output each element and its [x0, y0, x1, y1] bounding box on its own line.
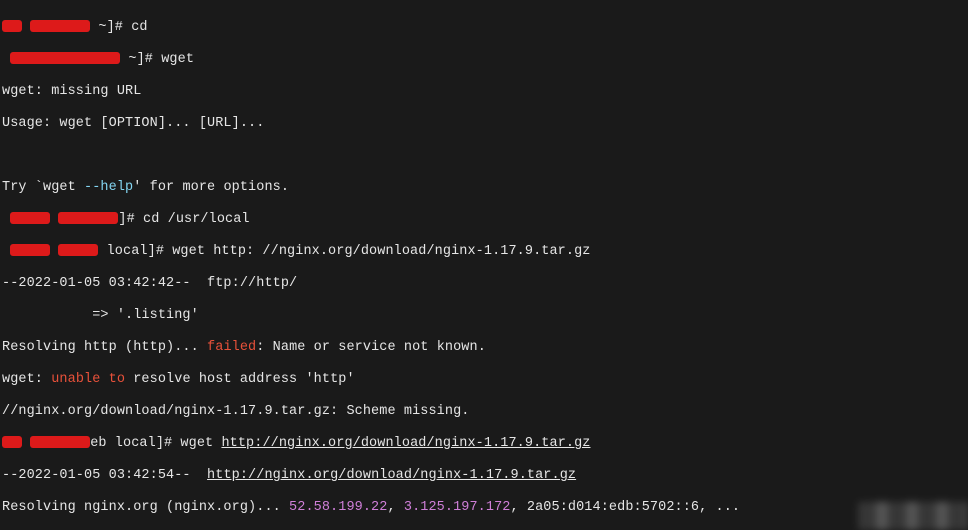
error-text: unable to [51, 372, 125, 387]
cmd-cd: ~]# cd [90, 20, 147, 35]
cmd-wget-url: eb local]# wget [90, 436, 221, 451]
url-text: http://nginx.org/download/nginx-1.17.9.t… [221, 436, 590, 451]
output-line: Resolving http (http)... failed: Name or… [2, 340, 966, 356]
prompt-line-1: ~]# cd [2, 20, 966, 36]
blurred-watermark [858, 502, 968, 530]
ip-address: 52.58.199.22 [289, 500, 387, 515]
failed-text: failed [207, 340, 256, 355]
redaction [30, 436, 90, 448]
output-line: Try `wget --help' for more options. [2, 180, 966, 196]
redaction [10, 244, 50, 256]
output-line: => '.listing' [2, 308, 966, 324]
prompt-line-5: eb local]# wget http://nginx.org/downloa… [2, 436, 966, 452]
redaction [58, 244, 98, 256]
output-line: wget: unable to resolve host address 'ht… [2, 372, 966, 388]
cmd-cd-local: ]# cd /usr/local [118, 212, 249, 227]
output-line: --2022-01-05 03:42:42-- ftp://http/ [2, 276, 966, 292]
output-line: //nginx.org/download/nginx-1.17.9.tar.gz… [2, 404, 966, 420]
prompt-line-3: ]# cd /usr/local [2, 212, 966, 228]
prompt-line-4: local]# wget http: //nginx.org/download/… [2, 244, 966, 260]
blank-line [2, 148, 966, 164]
output-line: Usage: wget [OPTION]... [URL]... [2, 116, 966, 132]
redaction [2, 436, 22, 448]
cmd-wget-bad: local]# wget http: //nginx.org/download/… [98, 244, 590, 259]
terminal-output: ~]# cd ~]# wget wget: missing URL Usage:… [0, 0, 968, 530]
prompt-line-2: ~]# wget [2, 52, 966, 68]
redaction [10, 52, 120, 64]
help-flag: --help [84, 180, 133, 195]
redaction [58, 212, 118, 224]
output-line: --2022-01-05 03:42:54-- http://nginx.org… [2, 468, 966, 484]
output-line: wget: missing URL [2, 84, 966, 100]
ip-address: 3.125.197.172 [404, 500, 511, 515]
cmd-wget: ~]# wget [120, 52, 194, 67]
redaction [2, 20, 22, 32]
redaction [30, 20, 90, 32]
redaction [10, 212, 50, 224]
output-line: Resolving nginx.org (nginx.org)... 52.58… [2, 500, 966, 516]
url-text: http://nginx.org/download/nginx-1.17.9.t… [207, 468, 576, 483]
